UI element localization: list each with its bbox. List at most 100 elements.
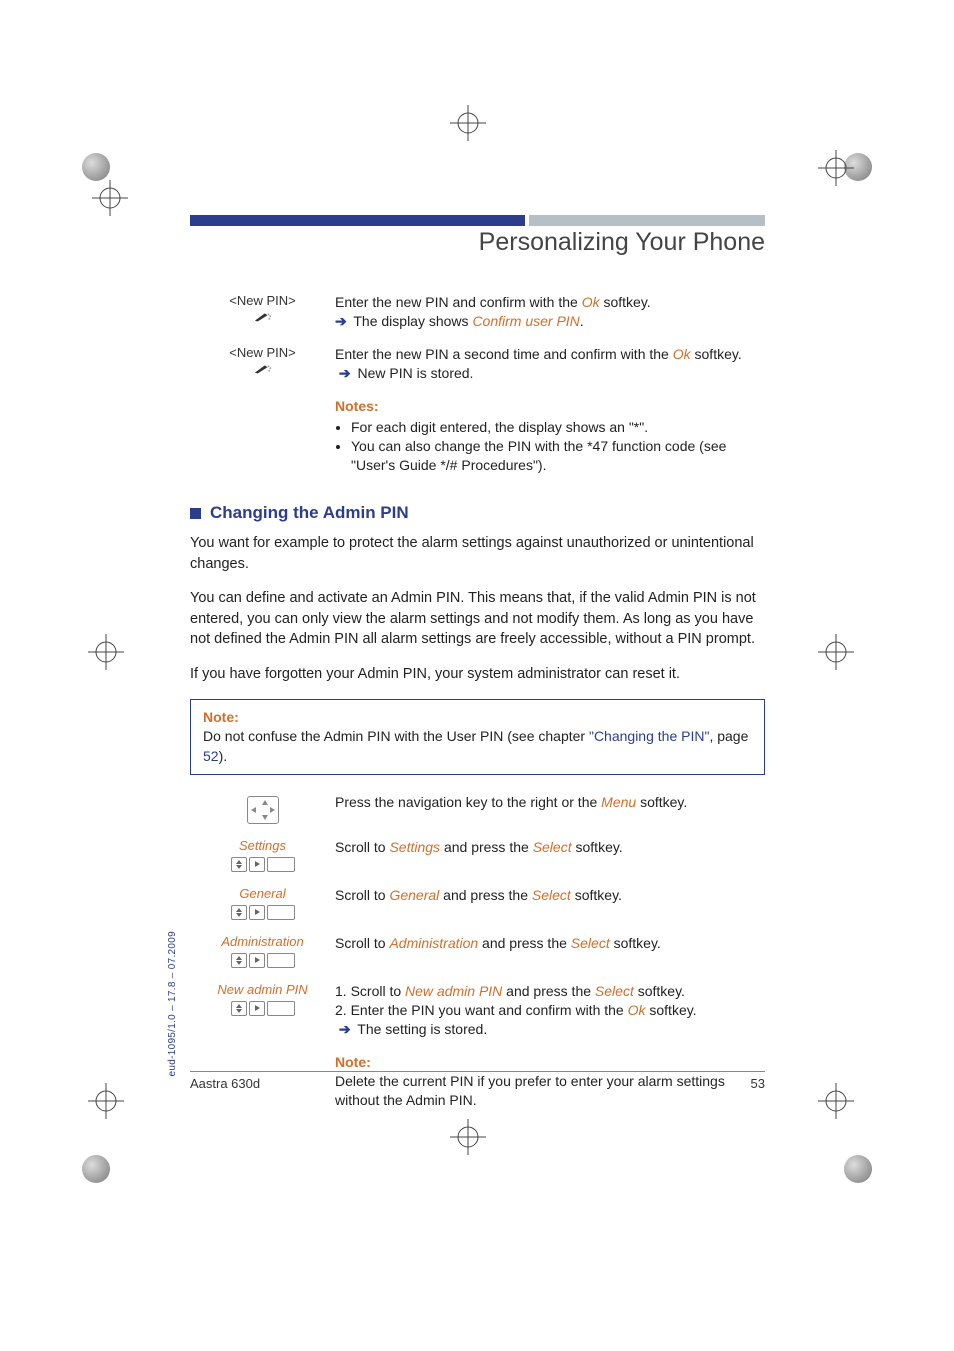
step-icon-col: Administration	[190, 934, 335, 968]
softkey-ref: Select	[571, 935, 610, 951]
text: 1. Scroll to	[335, 983, 405, 999]
note-heading: Note:	[203, 709, 239, 725]
step-text: 1. Scroll to New admin PIN and press the…	[335, 982, 765, 1039]
registration-mark-icon	[88, 634, 124, 670]
text: .	[580, 313, 584, 329]
arrow-icon: ➔	[339, 1021, 351, 1037]
text: softkey.	[572, 839, 623, 855]
softkey-ref: Select	[533, 839, 572, 855]
step-text: Scroll to Settings and press the Select …	[335, 838, 765, 872]
page: eud-1095/1.0 – 17.8 – 07.2009 Personaliz…	[0, 0, 954, 1351]
step-label-text: Administration	[190, 934, 335, 949]
decoration-ball	[844, 1155, 872, 1183]
section-title: Changing the Admin PIN	[210, 503, 409, 523]
text: softkey.	[645, 1002, 696, 1018]
text: ).	[219, 748, 228, 764]
decoration-ball	[82, 153, 110, 181]
text: Scroll to	[335, 839, 389, 855]
step-label-text: New admin PIN	[190, 982, 335, 997]
notes-block: Notes: For each digit entered, the displ…	[190, 397, 765, 476]
menu-ref: General	[389, 887, 439, 903]
step-icon-col	[190, 793, 335, 824]
note-item: You can also change the PIN with the *47…	[351, 437, 765, 475]
paragraph: You want for example to protect the alar…	[190, 533, 765, 574]
decoration-ball	[82, 1155, 110, 1183]
step-new-pin-1: <New PIN> Enter the new PIN and confirm …	[190, 293, 765, 331]
menu-ref: Settings	[389, 839, 440, 855]
step-text: Press the navigation key to the right or…	[335, 793, 765, 824]
step-new-pin-2: <New PIN> Enter the new PIN a second tim…	[190, 345, 765, 383]
proc-step-nav: Press the navigation key to the right or…	[190, 793, 765, 824]
step-icon-col: Settings	[190, 838, 335, 872]
keys-icon	[190, 857, 335, 872]
content-area: Personalizing Your Phone <New PIN> Enter…	[190, 215, 765, 1124]
text: , page	[709, 728, 748, 744]
text: and press the	[478, 935, 571, 951]
registration-mark-icon	[88, 1083, 124, 1119]
note-heading: Note:	[335, 1053, 765, 1072]
softkey-ref: Ok	[628, 1002, 646, 1018]
softkey-ref: Select	[532, 887, 571, 903]
softkey-ref: Ok	[582, 294, 600, 310]
text: softkey.	[691, 346, 742, 362]
paragraph: You can define and activate an Admin PIN…	[190, 588, 765, 650]
text: New PIN is stored.	[354, 365, 474, 381]
footer-page-number: 53	[751, 1076, 765, 1091]
step-text: Enter the new PIN and confirm with the O…	[335, 293, 765, 331]
text: and press the	[502, 983, 595, 999]
step-label-text: Settings	[190, 838, 335, 853]
text: softkey.	[634, 983, 685, 999]
registration-mark-icon	[92, 180, 128, 216]
text: softkey.	[610, 935, 661, 951]
step-label: <New PIN>	[190, 293, 335, 331]
header-bar-grey	[529, 215, 765, 226]
page-reference: 52	[203, 748, 219, 764]
text: softkey.	[636, 794, 687, 810]
arrow-icon: ➔	[335, 313, 347, 329]
proc-step-administration: Administration Scroll to Administration …	[190, 934, 765, 968]
section-heading: Changing the Admin PIN	[190, 503, 765, 523]
registration-mark-icon	[818, 1083, 854, 1119]
keys-icon	[190, 1001, 335, 1016]
softkey-ref: Ok	[673, 346, 691, 362]
text: Scroll to	[335, 887, 389, 903]
paragraph: If you have forgotten your Admin PIN, yo…	[190, 664, 765, 685]
text: The setting is stored.	[354, 1021, 488, 1037]
text: The display shows	[350, 313, 473, 329]
registration-mark-icon	[450, 105, 486, 141]
note-item: For each digit entered, the display show…	[351, 418, 765, 437]
softkey-ref: Menu	[601, 794, 636, 810]
page-footer: Aastra 630d 53	[190, 1071, 765, 1091]
step-text: Scroll to Administration and press the S…	[335, 934, 765, 968]
pen-icon	[254, 311, 272, 323]
keys-icon	[190, 905, 335, 920]
step-label-text: <New PIN>	[190, 345, 335, 360]
menu-ref: New admin PIN	[405, 983, 502, 999]
step-label-text: <New PIN>	[190, 293, 335, 308]
display-ref: Confirm user PIN	[472, 313, 579, 329]
proc-step-settings: Settings Scroll to Settings and press th…	[190, 838, 765, 872]
notes-content: Notes: For each digit entered, the displ…	[335, 397, 765, 476]
step-label-text: General	[190, 886, 335, 901]
step-text: Scroll to General and press the Select s…	[335, 886, 765, 920]
text: Enter the new PIN and confirm with the	[335, 294, 582, 310]
step-icon-col: New admin PIN	[190, 982, 335, 1039]
text: softkey.	[571, 887, 622, 903]
text: and press the	[439, 887, 532, 903]
keys-icon	[190, 953, 335, 968]
text: and press the	[440, 839, 533, 855]
text: Do not confuse the Admin PIN with the Us…	[203, 728, 589, 744]
proc-step-general: General Scroll to General and press the …	[190, 886, 765, 920]
arrow-icon: ➔	[339, 365, 351, 381]
menu-ref: Administration	[389, 935, 478, 951]
step-label: <New PIN>	[190, 345, 335, 383]
text: Scroll to	[335, 935, 389, 951]
header-bar-blue	[190, 215, 525, 226]
notes-heading: Notes:	[335, 397, 765, 416]
text: softkey.	[600, 294, 651, 310]
text: 2. Enter the PIN you want and confirm wi…	[335, 1002, 628, 1018]
registration-mark-icon	[450, 1119, 486, 1155]
header-bar	[190, 215, 765, 226]
text: Press the navigation key to the right or…	[335, 794, 601, 810]
side-document-code: eud-1095/1.0 – 17.8 – 07.2009	[167, 931, 178, 1077]
